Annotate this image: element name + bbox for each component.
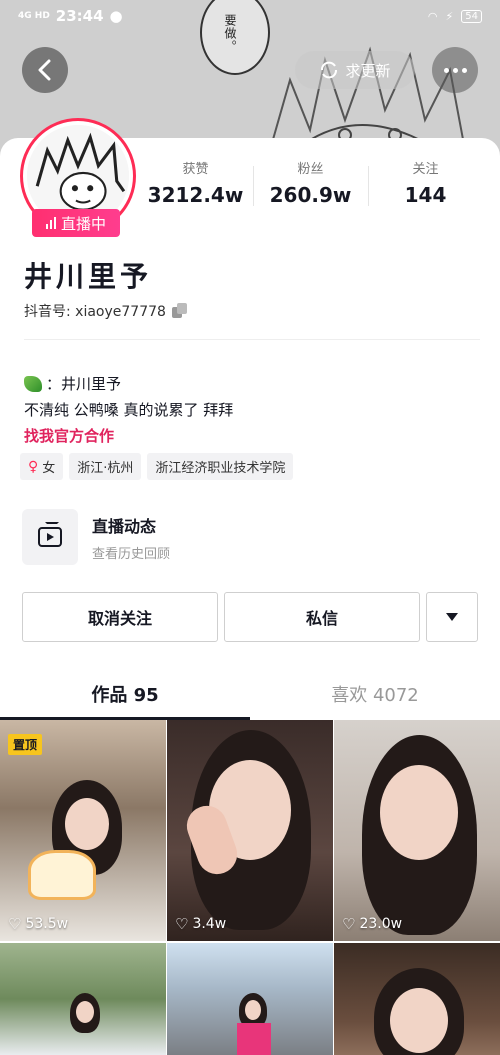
video-thumbnail[interactable]: ♡ 3.4w	[167, 720, 333, 941]
live-now-badge[interactable]: 直播中	[32, 209, 120, 237]
wifi-icon: ◠	[427, 9, 438, 23]
thumbnail-face	[65, 798, 109, 850]
stat-likes[interactable]: 获赞 3212.4w	[138, 158, 253, 218]
stat-value: 144	[404, 183, 447, 207]
bio-line-2: 不清纯 公鸭嗓 真的说累了 拜拜	[24, 401, 234, 419]
video-likes: ♡ 3.4w	[175, 915, 226, 933]
request-update-button[interactable]: 求更新	[295, 51, 415, 89]
notification-icon: ●	[109, 7, 123, 25]
video-grid: 置顶 ♡ 53.5w ♡ 3.4w ♡ 23.0w	[0, 720, 500, 1055]
video-thumbnail[interactable]: ♡ 23.0w	[334, 720, 500, 941]
likes-count: 53.5w	[25, 916, 69, 932]
stat-following[interactable]: 关注 144	[368, 158, 483, 218]
caret-down-icon	[446, 613, 458, 621]
thumbnail-cake	[28, 850, 96, 900]
video-thumbnail[interactable]	[334, 943, 500, 1055]
heart-icon: ♡	[8, 915, 22, 933]
tab-likes[interactable]: 喜欢 4072	[250, 668, 500, 720]
stat-label: 关注	[412, 162, 439, 177]
stat-value: 260.9w	[269, 183, 352, 207]
back-button[interactable]	[22, 47, 68, 93]
heart-icon: ♡	[342, 915, 356, 933]
charging-icon: ⚡	[445, 9, 454, 23]
stat-followers[interactable]: 粉丝 260.9w	[253, 158, 368, 218]
tag-text: 女	[42, 461, 56, 476]
leaf-emoji-icon	[24, 376, 42, 392]
live-entry-subtitle: 查看历史回顾	[92, 546, 171, 562]
thumbnail-face	[390, 988, 448, 1053]
video-thumbnail[interactable]	[0, 943, 166, 1055]
profile-tags: ♀ 女 浙江·杭州 浙江经济职业技术学院	[20, 453, 294, 480]
network-indicator: 4G HD	[18, 10, 50, 21]
thumbnail-face	[380, 765, 458, 860]
divider	[24, 339, 480, 340]
recommend-dropdown-button[interactable]	[426, 592, 478, 642]
stat-label: 粉丝	[297, 162, 324, 177]
battery-indicator: 54	[461, 9, 482, 23]
live-history-entry[interactable]: 直播动态 查看历史回顾	[22, 508, 478, 566]
dot-icon	[443, 67, 449, 73]
dot-icon	[461, 67, 467, 73]
thumbnail-face	[76, 1001, 94, 1023]
pinned-badge: 置顶	[8, 734, 43, 755]
refresh-icon	[321, 61, 338, 79]
video-thumbnail[interactable]	[167, 943, 333, 1055]
live-badge-label: 直播中	[60, 214, 106, 233]
profile-nickname: 井川里予	[24, 260, 153, 293]
more-options-button[interactable]	[432, 47, 478, 93]
message-button[interactable]: 私信	[224, 592, 420, 642]
content-tabs: 作品 95 喜欢 4072	[0, 668, 500, 720]
likes-count: 3.4w	[192, 916, 227, 932]
live-entry-title: 直播动态	[92, 516, 157, 536]
thumbnail-outfit	[237, 1023, 271, 1055]
bio-line-1: ：井川里予	[46, 375, 122, 393]
tv-icon	[22, 509, 78, 565]
video-likes: ♡ 53.5w	[8, 915, 68, 933]
dot-icon	[452, 67, 458, 73]
likes-count: 23.0w	[359, 916, 403, 932]
tag-gender: ♀ 女	[20, 453, 64, 480]
request-update-label: 求更新	[345, 61, 391, 80]
business-cooperation-link[interactable]: 找我官方合作	[24, 423, 233, 449]
douyin-id-text: 抖音号: xiaoye77778	[24, 304, 166, 320]
profile-stats: 获赞 3212.4w 粉丝 260.9w 关注 144	[138, 158, 483, 218]
chevron-left-icon	[38, 59, 51, 81]
video-likes: ♡ 23.0w	[342, 915, 402, 933]
unfollow-button[interactable]: 取消关注	[22, 592, 218, 642]
tab-works[interactable]: 作品 95	[0, 668, 250, 720]
tag-location: 浙江·杭州	[69, 453, 142, 480]
tag-text: 浙江·杭州	[77, 461, 134, 476]
tag-school[interactable]: 浙江经济职业技术学院	[147, 453, 294, 480]
douyin-id: 抖音号: xiaoye77778	[24, 301, 188, 321]
status-bar: 4G HD 23:44 ● ◠ ⚡ 54	[0, 0, 500, 32]
thumbnail-face	[245, 1000, 261, 1020]
copy-icon[interactable]	[171, 303, 188, 319]
video-thumbnail[interactable]: 置顶 ♡ 53.5w	[0, 720, 166, 941]
live-bars-icon	[45, 217, 56, 229]
stat-value: 3212.4w	[147, 183, 244, 207]
clock: 23:44	[55, 7, 104, 25]
tag-text: 浙江经济职业技术学院	[155, 461, 286, 476]
profile-bio: ：井川里予 不清纯 公鸭嗓 真的说累了 拜拜 找我官方合作	[24, 371, 233, 449]
profile-actions: 取消关注 私信	[22, 592, 478, 642]
stat-label: 获赞	[182, 162, 209, 177]
heart-icon: ♡	[175, 915, 189, 933]
female-icon: ♀	[28, 458, 39, 475]
